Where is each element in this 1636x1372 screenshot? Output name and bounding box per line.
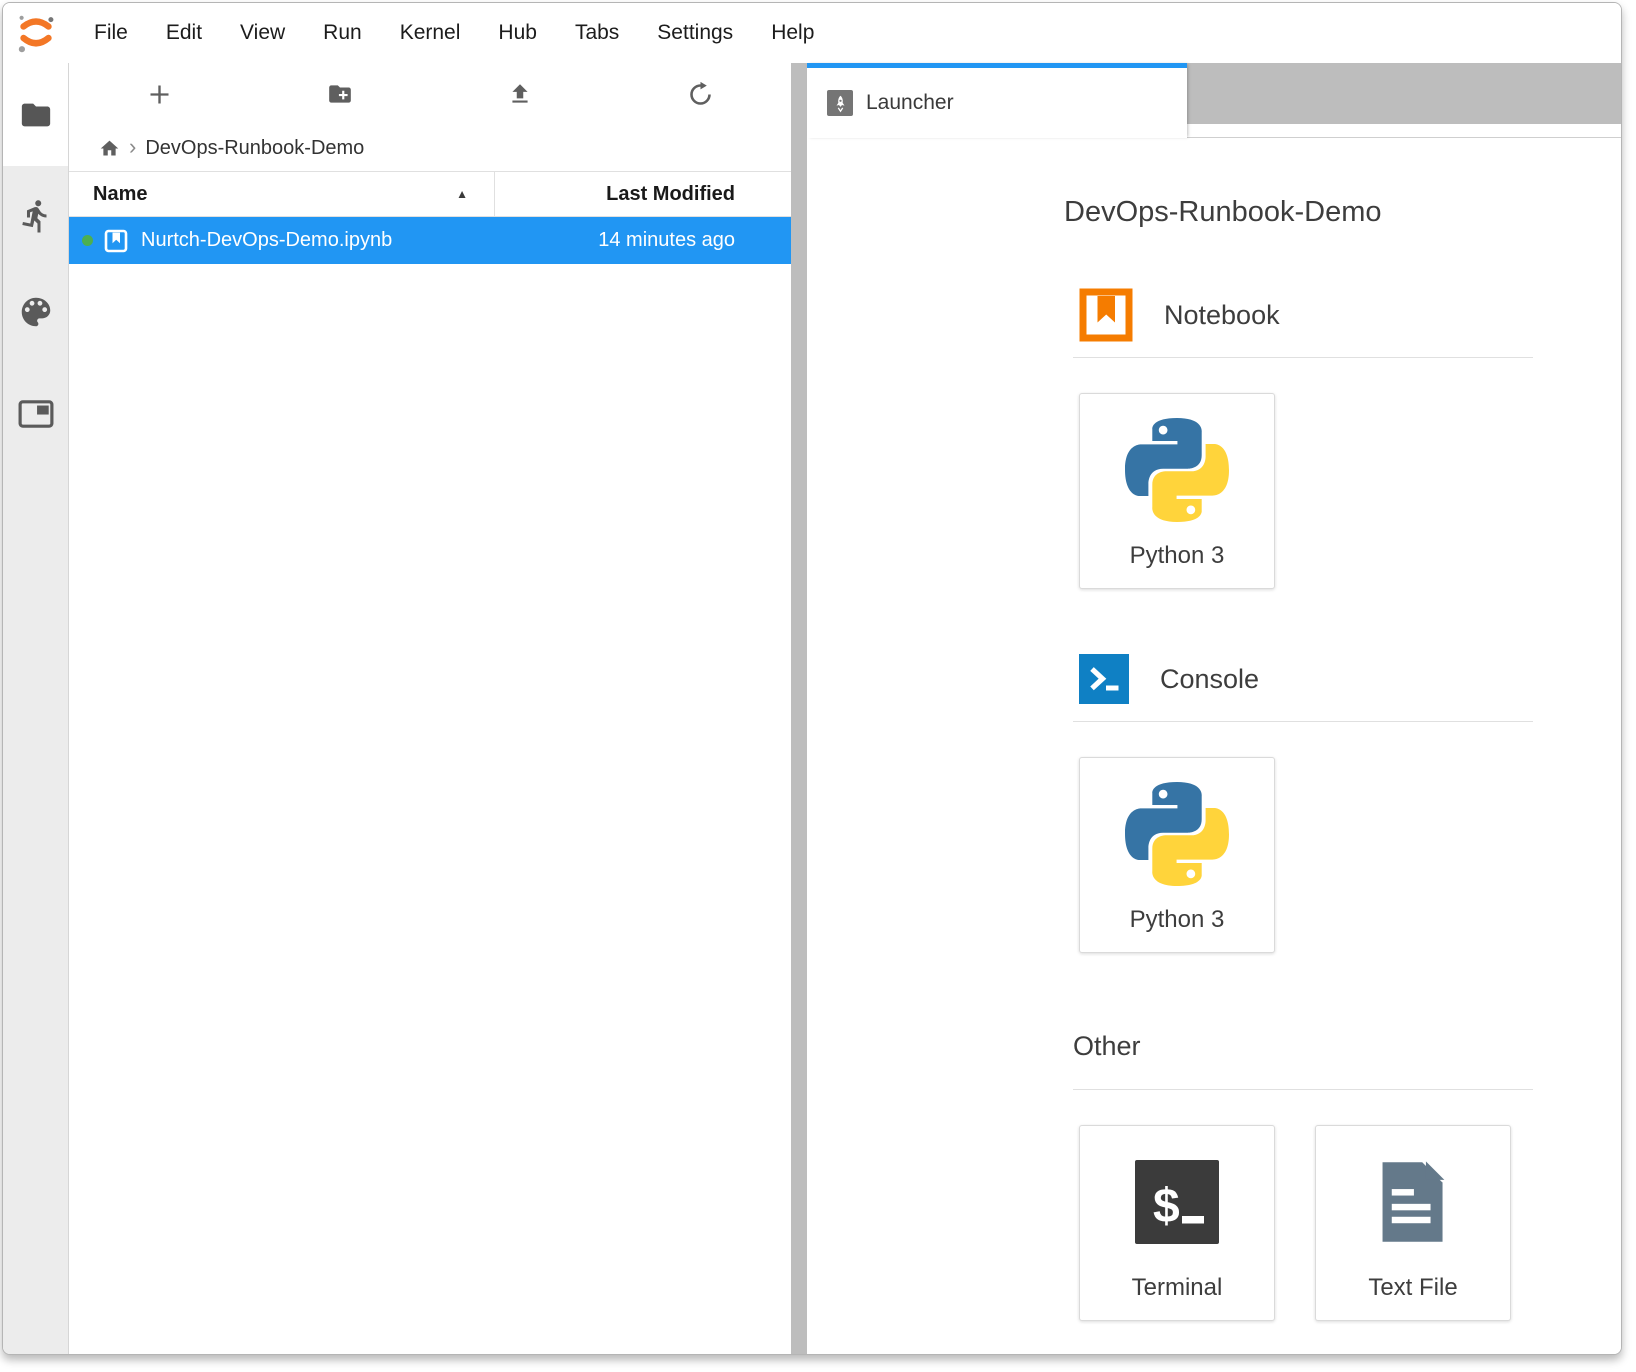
folder-icon (19, 98, 53, 132)
card-label: Python 3 (1130, 906, 1225, 952)
refresh-icon (687, 81, 714, 108)
python-icon (1125, 418, 1229, 522)
main-area: › DevOps-Runbook-Demo Name ▲ Last Modifi… (3, 63, 1621, 1355)
launcher-section-other: Other $ Terminal (1073, 1029, 1533, 1321)
file-last-modified: 14 minutes ago (392, 229, 791, 252)
sidebar-tab-commands[interactable] (3, 290, 68, 334)
launcher-rocket-icon (827, 90, 853, 116)
text-file-icon (1377, 1158, 1449, 1246)
launcher-panel: DevOps-Runbook-Demo Notebook (807, 138, 1621, 1355)
running-man-icon (18, 198, 54, 234)
notebook-file-icon (103, 228, 129, 254)
menu-view[interactable]: View (221, 15, 304, 51)
menu-hub[interactable]: Hub (479, 15, 556, 51)
card-label: Terminal (1132, 1274, 1223, 1320)
name-column-label: Name (93, 183, 147, 206)
menu-file[interactable]: File (75, 15, 147, 51)
launcher-card-terminal[interactable]: $ Terminal (1079, 1125, 1275, 1321)
upload-icon (507, 81, 533, 107)
breadcrumb: › DevOps-Runbook-Demo (69, 125, 791, 171)
launcher-card-text-file[interactable]: Text File (1315, 1125, 1511, 1321)
python-icon (1125, 782, 1229, 886)
svg-text:$: $ (1153, 1180, 1180, 1233)
launcher-card-console-python3[interactable]: Python 3 (1079, 757, 1275, 953)
file-browser-toolbar (69, 63, 791, 125)
new-launcher-icon (146, 81, 173, 108)
home-icon[interactable] (99, 138, 120, 159)
refresh-button[interactable] (611, 63, 792, 125)
panel-splitter-handle[interactable] (791, 63, 807, 1355)
modified-column-label: Last Modified (606, 183, 735, 206)
notebook-icon (1079, 288, 1133, 342)
left-sidebar (3, 63, 69, 1355)
card-label: Python 3 (1130, 542, 1225, 588)
file-list-header: Name ▲ Last Modified (69, 171, 791, 217)
tab-launcher-label: Launcher (866, 91, 954, 115)
notebook-section-label: Notebook (1164, 300, 1280, 331)
jupyterlab-window: File Edit View Run Kernel Hub Tabs Setti… (2, 2, 1622, 1355)
other-section-label: Other (1073, 1031, 1141, 1062)
menu-bar: File Edit View Run Kernel Hub Tabs Setti… (3, 3, 1621, 63)
menu-settings[interactable]: Settings (638, 15, 752, 51)
sidebar-tab-files[interactable] (3, 63, 68, 166)
other-section-header: Other (1073, 1029, 1533, 1063)
launcher-card-notebook-python3[interactable]: Python 3 (1079, 393, 1275, 589)
new-launcher-button[interactable] (69, 63, 250, 125)
card-label: Text File (1368, 1274, 1457, 1320)
menu-items: File Edit View Run Kernel Hub Tabs Setti… (75, 15, 833, 51)
menu-edit[interactable]: Edit (147, 15, 221, 51)
kernel-running-dot (82, 235, 93, 246)
menu-run[interactable]: Run (304, 15, 381, 51)
terminal-icon: $ (1135, 1160, 1219, 1244)
breadcrumb-current-folder[interactable]: DevOps-Runbook-Demo (145, 137, 364, 160)
launcher-section-console: Console Python 3 (1073, 651, 1533, 953)
file-browser-panel: › DevOps-Runbook-Demo Name ▲ Last Modifi… (69, 63, 791, 1355)
file-list-empty-area (69, 264, 791, 1355)
section-divider (1073, 1089, 1533, 1090)
sidebar-tab-open-tabs[interactable] (3, 392, 68, 436)
file-row-selected[interactable]: Nurtch-DevOps-Demo.ipynb 14 minutes ago (69, 217, 791, 264)
column-header-name[interactable]: Name ▲ (69, 172, 495, 216)
menu-tabs[interactable]: Tabs (556, 15, 638, 51)
notebook-section-header: Notebook (1079, 287, 1533, 343)
menu-kernel[interactable]: Kernel (381, 15, 480, 51)
section-divider (1073, 721, 1533, 722)
console-section-label: Console (1160, 664, 1259, 695)
new-folder-button[interactable] (250, 63, 431, 125)
column-header-last-modified[interactable]: Last Modified (495, 172, 791, 216)
breadcrumb-separator: › (129, 134, 136, 160)
console-icon (1079, 654, 1129, 704)
jupyter-logo-icon (14, 11, 58, 55)
dock-tab-bar: Launcher (807, 63, 1621, 138)
file-name: Nurtch-DevOps-Demo.ipynb (141, 229, 392, 252)
new-folder-icon (327, 81, 353, 107)
launcher-section-notebook: Notebook Python 3 (1073, 287, 1533, 589)
sort-ascending-icon: ▲ (456, 187, 468, 201)
dock-panel: Launcher DevOps-Runbook-Demo Notebook (807, 63, 1621, 1355)
sidebar-tab-running-sessions[interactable] (3, 194, 68, 238)
tabs-icon (18, 399, 54, 429)
section-divider (1073, 357, 1533, 358)
console-section-header: Console (1079, 651, 1533, 707)
menu-help[interactable]: Help (752, 15, 833, 51)
upload-button[interactable] (430, 63, 611, 125)
launcher-title: DevOps-Runbook-Demo (1064, 196, 1581, 229)
tab-launcher[interactable]: Launcher (807, 63, 1187, 138)
palette-icon (17, 293, 55, 331)
